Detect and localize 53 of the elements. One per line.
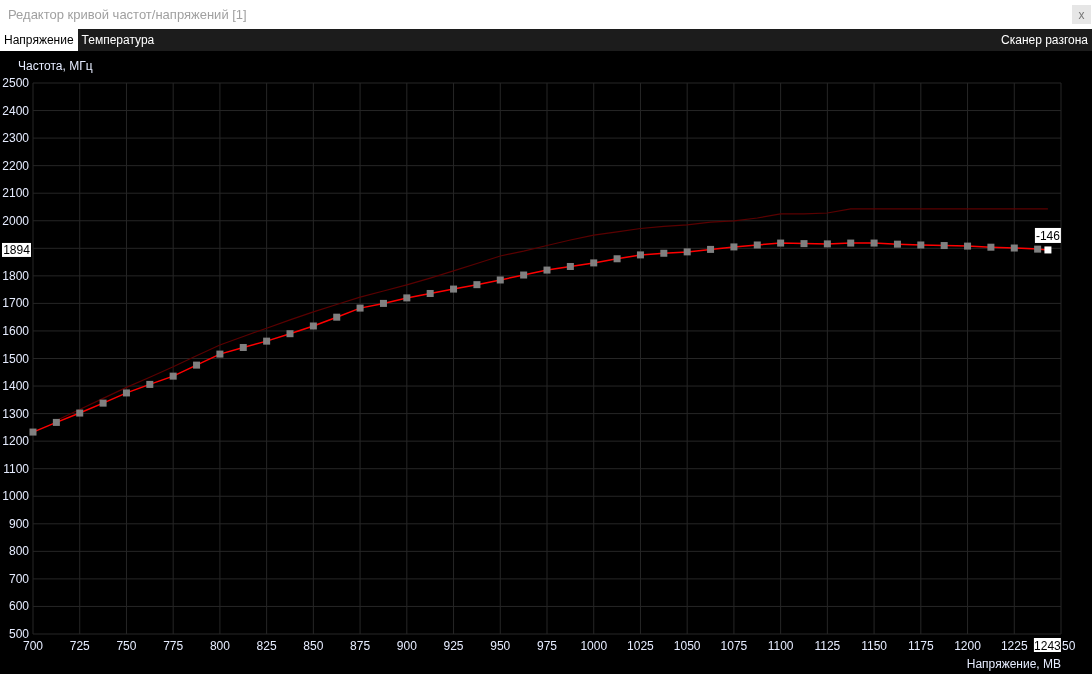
y-tick-label: 1500 — [2, 351, 29, 366]
x-tick-label: 800 — [209, 639, 230, 653]
x-tick-label: 1150 — [861, 639, 887, 653]
y-tick-label: 1400 — [2, 379, 29, 394]
x-tick-label: 1100 — [767, 639, 794, 653]
y-tick-label: 1600 — [2, 323, 29, 338]
y-axis-title: Частота, МГц — [18, 59, 93, 73]
voltage-cursor-label: 1243 — [1033, 638, 1061, 653]
x-tick-label: 725 — [69, 639, 90, 653]
y-tick-label: 2400 — [2, 103, 29, 118]
offset-label: -146 — [1034, 227, 1061, 243]
x-tick-label: 1200 — [954, 639, 981, 653]
x-tick-label: 1000 — [580, 639, 608, 653]
x-tick-label: 825 — [256, 639, 277, 653]
x-tick-label: 700 — [23, 639, 43, 653]
x-tick-label: 850 — [303, 639, 324, 653]
frequency-cursor-label: 1894 — [2, 242, 31, 257]
x-tick-label: 50 — [1062, 639, 1076, 653]
x-tick-label: 1125 — [814, 639, 841, 653]
y-tick-label: 2200 — [2, 158, 29, 173]
y-tick-label: 600 — [8, 599, 29, 614]
x-tick-label: 950 — [490, 639, 511, 653]
y-tick-label: 2300 — [2, 131, 29, 146]
x-tick-label: 1075 — [720, 639, 748, 653]
x-tick-label: 1025 — [627, 639, 654, 653]
y-tick-label: 800 — [8, 544, 29, 559]
y-tick-label: 1000 — [2, 489, 29, 504]
y-tick-label: 500 — [8, 627, 29, 641]
y-tick-label: 2100 — [2, 186, 29, 201]
x-tick-label: 1225 — [1000, 639, 1028, 653]
x-tick-label: 975 — [537, 639, 557, 653]
y-tick-label: 1700 — [2, 296, 29, 311]
y-tick-label: 1800 — [2, 268, 29, 283]
x-tick-label: 925 — [443, 639, 464, 653]
close-button[interactable]: x — [1072, 5, 1091, 24]
x-tick-label: 1050 — [673, 639, 701, 653]
y-tick-label: 2500 — [2, 76, 29, 90]
tab[interactable]: Температура — [77, 29, 159, 51]
tab[interactable]: Напряжение — [0, 29, 78, 51]
y-tick-label: 1300 — [2, 406, 29, 421]
y-tick-label: 700 — [8, 571, 29, 586]
window-title: Редактор кривой частот/напряжений [1] — [8, 7, 247, 22]
x-tick-label: 875 — [350, 639, 371, 653]
y-tick-label: 1200 — [2, 434, 29, 449]
x-tick-label: 900 — [396, 639, 417, 653]
x-tick-label: 775 — [163, 639, 184, 653]
x-axis-title: Напряжение, МВ — [966, 657, 1061, 671]
y-tick-label: 2000 — [2, 213, 29, 228]
x-tick-label: 1175 — [907, 639, 934, 653]
x-tick-label: 750 — [116, 639, 137, 653]
y-tick-label: 1100 — [3, 461, 29, 476]
y-tick-label: 900 — [8, 516, 29, 531]
scanner-tab[interactable]: Сканер разгона — [997, 29, 1092, 51]
